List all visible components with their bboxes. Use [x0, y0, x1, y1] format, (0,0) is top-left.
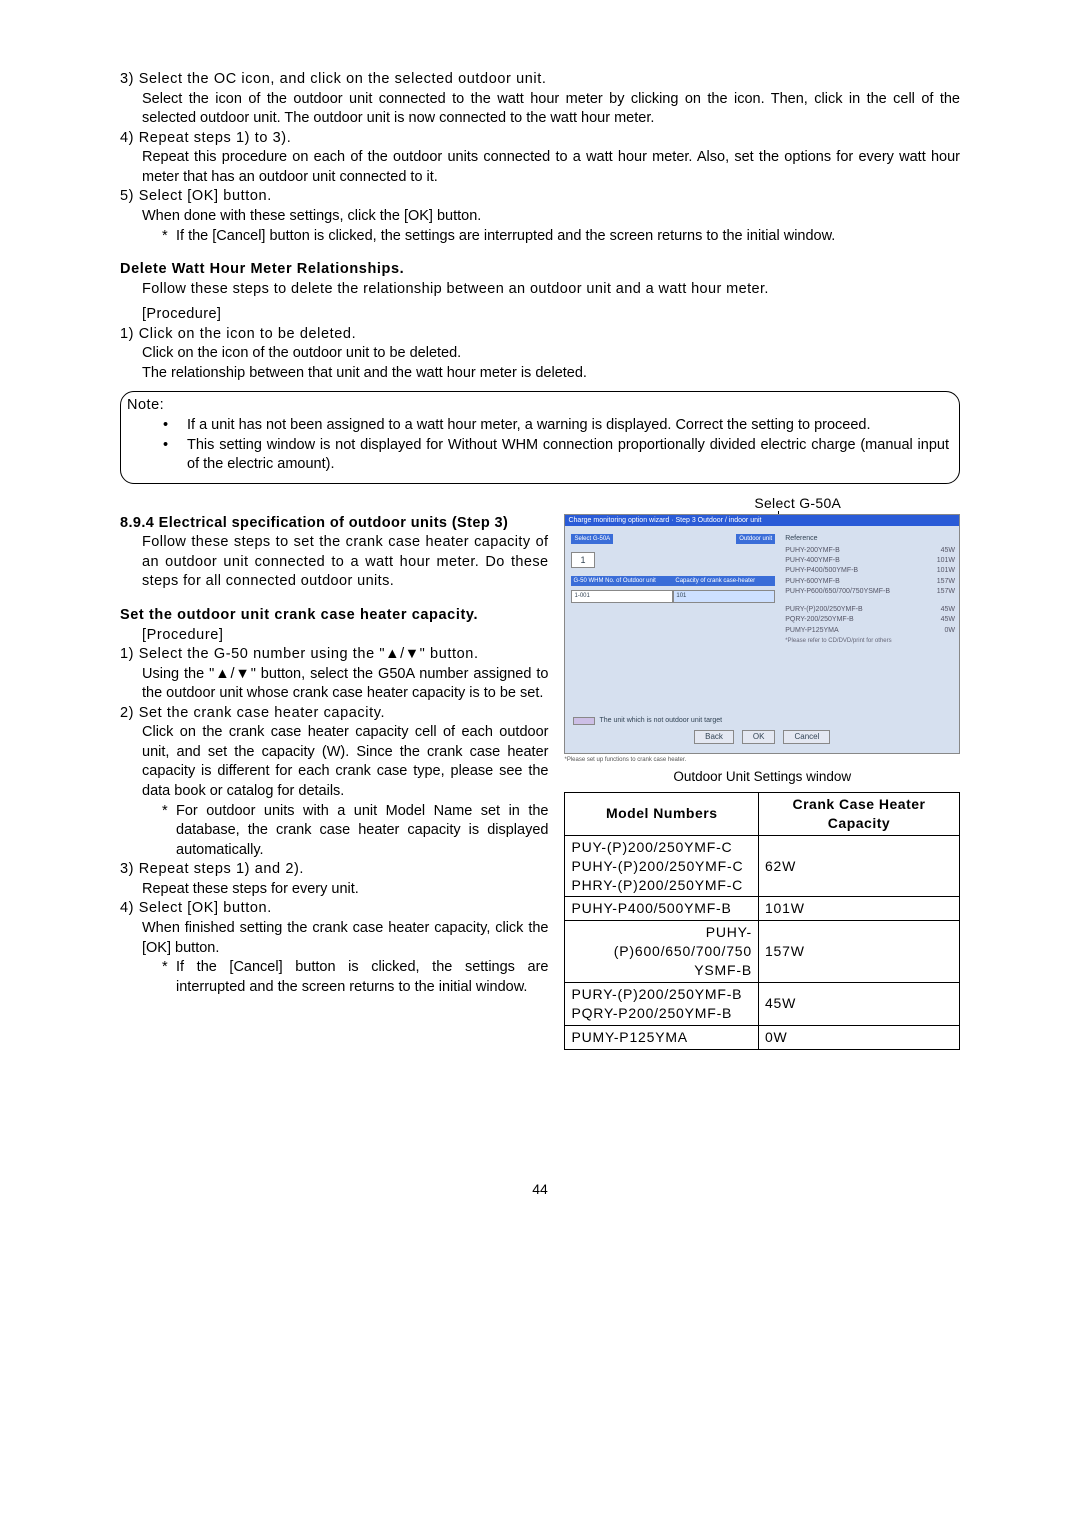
s894-2-head: 2) Set the crank case heater capacity. — [120, 704, 548, 724]
step-5-body: When done with these settings, click the… — [142, 207, 960, 227]
cap-th-model: Model Numbers — [565, 793, 758, 836]
step-5-note: *If the [Cancel] button is clicked, the … — [162, 227, 960, 247]
ss-l8: PUMY-P125YMA0W — [785, 626, 955, 635]
ss-l7: PQRY-200/250YMF-B45W — [785, 615, 955, 624]
ss-l1: PUHY-200YMF-B45W — [785, 546, 955, 555]
cap-r1-m: PUHY-P400/500YMF-B — [565, 897, 758, 921]
note-item-1: •If a unit has not been assigned to a wa… — [163, 416, 949, 436]
section-894-subheading: Set the outdoor unit crank case heater c… — [120, 606, 548, 626]
delete-s1-head: 1) Click on the icon to be deleted. — [120, 325, 960, 345]
step-5-note-text: If the [Cancel] button is clicked, the s… — [176, 227, 960, 247]
ss-chip-select: Select G-50A — [571, 534, 613, 544]
capacity-table: Model Numbers Crank Case Heater Capacity… — [564, 792, 960, 1050]
table-row: PUHY-P400/500YMF-B 101W — [565, 897, 960, 921]
delete-intro: Follow these steps to delete the relatio… — [142, 280, 960, 300]
page-number: 44 — [120, 1180, 960, 1199]
s894-4-head: 4) Select [OK] button. — [120, 899, 548, 919]
cap-r1-c: 101W — [758, 897, 959, 921]
s894-1-head: 1) Select the G-50 number using the "▲/▼… — [120, 645, 548, 665]
table-row: PUY-(P)200/250YMF-C PUHY-(P)200/250YMF-C… — [565, 835, 960, 897]
table-row: PUMY-P125YMA 0W — [565, 1025, 960, 1049]
ss-l5: PUHY-P600/650/700/750YSMF-B157W — [785, 587, 955, 596]
step-3-body: Select the icon of the outdoor unit conn… — [142, 90, 960, 129]
ss-ref-note: *Please refer to CD/DVD/print for others — [785, 637, 955, 645]
section-894-proc-label: [Procedure] — [142, 626, 548, 646]
step-5-head: 5) Select [OK] button. — [120, 187, 960, 207]
cap-r0-c: 62W — [758, 835, 959, 897]
cap-r4-c: 0W — [758, 1025, 959, 1049]
ss-back-button[interactable]: Back — [694, 730, 734, 745]
step-4-body: Repeat this procedure on each of the out… — [142, 148, 960, 187]
delete-s1-body1: Click on the icon of the outdoor unit to… — [142, 344, 960, 364]
step-4-head: 4) Repeat steps 1) to 3). — [120, 129, 960, 149]
s894-2-star: *For outdoor units with a unit Model Nam… — [162, 802, 548, 861]
cap-r0-m: PUY-(P)200/250YMF-C PUHY-(P)200/250YMF-C… — [565, 835, 758, 897]
cap-r3-c: 45W — [758, 983, 959, 1026]
delete-proc-label: [Procedure] — [142, 305, 960, 325]
s894-2-star-text: For outdoor units with a unit Model Name… — [176, 802, 548, 861]
ss-th2: Capacity of crank case-heater — [673, 576, 775, 586]
step-3-head: 3) Select the OC icon, and click on the … — [120, 70, 960, 90]
legend-swatch — [573, 717, 595, 725]
s894-2-body: Click on the crank case heater capacity … — [142, 723, 548, 801]
s894-4-star-text: If the [Cancel] button is clicked, the s… — [176, 958, 548, 997]
s894-1-body: Using the "▲/▼" button, select the G50A … — [142, 665, 548, 704]
table-row: PURY-(P)200/250YMF-B PQRY-P200/250YMF-B … — [565, 983, 960, 1026]
ss-stepper[interactable]: 1 — [571, 552, 594, 568]
cap-r3-m: PURY-(P)200/250YMF-B PQRY-P200/250YMF-B — [565, 983, 758, 1026]
ss-l6: PURY-(P)200/250YMF-B45W — [785, 605, 955, 614]
outdoor-unit-settings-window: Charge monitoring option wizard · Step 3… — [564, 514, 960, 754]
ss-l4: PUHY-600YMF-B157W — [785, 577, 955, 586]
ss-r1c2[interactable]: 101 — [673, 590, 775, 602]
ss-cancel-button[interactable]: Cancel — [783, 730, 830, 745]
select-g50a-label: Select G-50A — [754, 494, 841, 513]
cap-th-cap: Crank Case Heater Capacity — [758, 793, 959, 836]
ss-ref: Reference — [785, 534, 955, 543]
s894-3-body: Repeat these steps for every unit. — [142, 880, 548, 900]
ss-titlebar: Charge monitoring option wizard · Step 3… — [565, 515, 959, 526]
ss-ok-button[interactable]: OK — [742, 730, 776, 745]
cap-r4-m: PUMY-P125YMA — [565, 1025, 758, 1049]
note-item-2: •This setting window is not displayed fo… — [163, 436, 949, 475]
note-box: Note: •If a unit has not been assigned t… — [120, 391, 960, 483]
delete-s1-body2: The relationship between that unit and t… — [142, 364, 960, 384]
ss-l2: PUHY-400YMF-B101W — [785, 556, 955, 565]
table-row: PUHY-(P)600/650/700/750 YSMF-B 157W — [565, 921, 960, 983]
note-label: Note: — [127, 396, 949, 416]
note-item-2-text: This setting window is not displayed for… — [187, 436, 949, 475]
ss-th1: G-50 WHM No. of Outdoor unit — [571, 576, 673, 586]
section-894-heading: 8.9.4 Electrical specification of outdoo… — [120, 514, 548, 534]
s894-4-body: When finished setting the crank case hea… — [142, 919, 548, 958]
note-item-1-text: If a unit has not been assigned to a wat… — [187, 416, 949, 436]
screenshot-wrap: Select G-50A Charge monitoring option wi… — [564, 514, 960, 764]
cap-r2-m: PUHY-(P)600/650/700/750 YSMF-B — [565, 921, 758, 983]
section-894-intro: Follow these steps to set the crank case… — [142, 533, 548, 592]
ss-r1c1[interactable]: 1-001 — [571, 590, 673, 602]
ss-l3: PUHY-P400/500YMF-B101W — [785, 566, 955, 575]
screenshot-caption: Outdoor Unit Settings window — [564, 768, 960, 786]
delete-title: Delete Watt Hour Meter Relationships. — [120, 260, 960, 280]
ss-bottom-tiny: *Please set up functions to crank case h… — [564, 756, 960, 764]
s894-3-head: 3) Repeat steps 1) and 2). — [120, 860, 548, 880]
ss-chip-outdoor: Outdoor unit — [736, 534, 775, 544]
cap-r2-c: 157W — [758, 921, 959, 983]
s894-4-star: *If the [Cancel] button is clicked, the … — [162, 958, 548, 997]
ss-footnote: The unit which is not outdoor unit targe… — [599, 716, 722, 725]
